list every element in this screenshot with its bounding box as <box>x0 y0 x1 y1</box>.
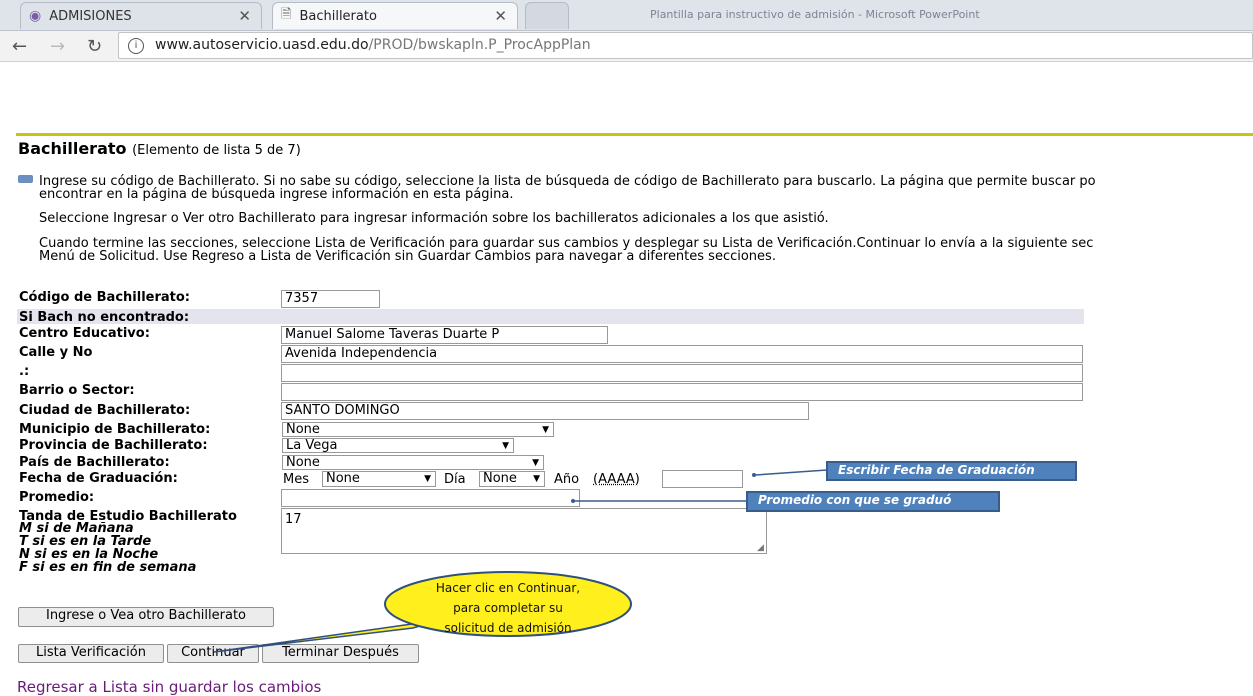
speech-bubble: Hacer clic en Continuar, para completar … <box>435 581 581 635</box>
bubble-tail <box>213 619 441 653</box>
promedio-callout: Promedio con que se graduó <box>746 491 1000 512</box>
fecha-callout: Escribir Fecha de Graduación <box>826 461 1077 481</box>
annotation-overlay <box>213 469 828 653</box>
arrow-dot <box>752 473 756 477</box>
arrow-line <box>754 469 828 476</box>
arrow-dot <box>571 499 575 503</box>
